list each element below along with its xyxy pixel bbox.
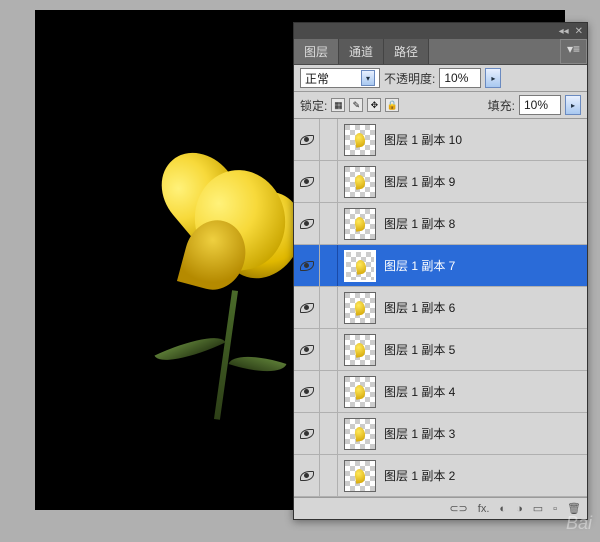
visibility-toggle[interactable] — [294, 203, 320, 244]
layer-bottombar: ⊂⊃ fx. ◐ ◑ ▭ ▫ 🗑 — [294, 497, 587, 519]
panel-titlebar[interactable]: ◂◂ ✕ — [294, 23, 587, 39]
opacity-stepper[interactable]: ▸ — [485, 68, 501, 88]
layer-name[interactable]: 图层 1 副本 7 — [382, 257, 587, 274]
lock-label: 锁定: — [300, 97, 327, 114]
link-column[interactable] — [320, 287, 338, 328]
link-column[interactable] — [320, 413, 338, 454]
link-layers-icon[interactable]: ⊂⊃ — [449, 502, 467, 515]
folder-icon[interactable]: ▭ — [533, 502, 543, 515]
link-column[interactable] — [320, 245, 338, 286]
layer-row[interactable]: 图层 1 副本 5 — [294, 329, 587, 371]
eye-icon — [300, 429, 314, 439]
visibility-toggle[interactable] — [294, 371, 320, 412]
layer-thumbnail[interactable] — [344, 376, 376, 408]
adjustment-icon[interactable]: ◑ — [516, 503, 523, 515]
layer-thumbnail[interactable] — [344, 460, 376, 492]
lock-icons: ▦ ✎ ✥ 🔒 — [331, 98, 399, 112]
layer-name[interactable]: 图层 1 副本 8 — [382, 215, 587, 232]
chevron-down-icon: ▾ — [361, 70, 375, 86]
opacity-label: 不透明度: — [384, 70, 435, 87]
layer-name[interactable]: 图层 1 副本 3 — [382, 425, 587, 442]
layer-row[interactable]: 图层 1 副本 7 — [294, 245, 587, 287]
tab-channels[interactable]: 通道 — [339, 39, 384, 64]
layer-thumbnail[interactable] — [344, 208, 376, 240]
layer-name[interactable]: 图层 1 副本 9 — [382, 173, 587, 190]
blend-mode-value: 正常 — [305, 70, 329, 87]
layer-row[interactable]: 图层 1 副本 10 — [294, 119, 587, 161]
layer-name[interactable]: 图层 1 副本 5 — [382, 341, 587, 358]
eye-icon — [300, 219, 314, 229]
blend-row: 正常 ▾ 不透明度: 10% ▸ — [294, 65, 587, 92]
panel-menu-icon[interactable]: ▾≡ — [560, 39, 587, 64]
layer-thumbnail[interactable] — [344, 124, 376, 156]
layer-row[interactable]: 图层 1 副本 2 — [294, 455, 587, 497]
fx-icon[interactable]: fx. — [478, 503, 490, 515]
layer-name[interactable]: 图层 1 副本 6 — [382, 299, 587, 316]
eye-icon — [300, 303, 314, 313]
eye-icon — [300, 261, 314, 271]
layer-name[interactable]: 图层 1 副本 2 — [382, 467, 587, 484]
link-column[interactable] — [320, 455, 338, 496]
link-column[interactable] — [320, 371, 338, 412]
link-column[interactable] — [320, 119, 338, 160]
fill-label: 填充: — [488, 97, 515, 114]
new-layer-icon[interactable]: ▫ — [553, 503, 557, 515]
layer-row[interactable]: 图层 1 副本 4 — [294, 371, 587, 413]
layer-thumbnail[interactable] — [344, 418, 376, 450]
opacity-input[interactable]: 10% — [439, 68, 481, 88]
layer-row[interactable]: 图层 1 副本 6 — [294, 287, 587, 329]
visibility-toggle[interactable] — [294, 119, 320, 160]
lock-row: 锁定: ▦ ✎ ✥ 🔒 填充: 10% ▸ — [294, 92, 587, 119]
visibility-toggle[interactable] — [294, 287, 320, 328]
lock-pixels-icon[interactable]: ✎ — [349, 98, 363, 112]
lock-transparency-icon[interactable]: ▦ — [331, 98, 345, 112]
eye-icon — [300, 135, 314, 145]
layers-panel: ◂◂ ✕ 图层 通道 路径 ▾≡ 正常 ▾ 不透明度: 10% ▸ 锁定: ▦ … — [293, 22, 588, 520]
layers-list: 图层 1 副本 10 图层 1 副本 9 图层 1 副本 8 图层 1 副本 7 图层 … — [294, 119, 587, 497]
panel-tabs: 图层 通道 路径 ▾≡ — [294, 39, 587, 65]
layer-thumbnail[interactable] — [344, 334, 376, 366]
layer-row[interactable]: 图层 1 副本 3 — [294, 413, 587, 455]
visibility-toggle[interactable] — [294, 329, 320, 370]
visibility-toggle[interactable] — [294, 455, 320, 496]
eye-icon — [300, 345, 314, 355]
close-icon[interactable]: ✕ — [575, 26, 583, 37]
fill-stepper[interactable]: ▸ — [565, 95, 581, 115]
link-column[interactable] — [320, 329, 338, 370]
lock-all-icon[interactable]: 🔒 — [385, 98, 399, 112]
mask-icon[interactable]: ◐ — [499, 503, 506, 515]
tab-paths[interactable]: 路径 — [384, 39, 429, 64]
visibility-toggle[interactable] — [294, 245, 320, 286]
blend-mode-select[interactable]: 正常 ▾ — [300, 68, 380, 88]
collapse-icon[interactable]: ◂◂ — [559, 26, 569, 37]
visibility-toggle[interactable] — [294, 413, 320, 454]
layer-thumbnail[interactable] — [344, 292, 376, 324]
watermark: Bai — [566, 513, 592, 534]
link-column[interactable] — [320, 161, 338, 202]
visibility-toggle[interactable] — [294, 161, 320, 202]
layer-thumbnail[interactable] — [344, 166, 376, 198]
fill-input[interactable]: 10% — [519, 95, 561, 115]
layer-name[interactable]: 图层 1 副本 10 — [382, 131, 587, 148]
eye-icon — [300, 471, 314, 481]
canvas-artwork — [135, 140, 315, 420]
tab-layers[interactable]: 图层 — [294, 39, 339, 64]
eye-icon — [300, 387, 314, 397]
link-column[interactable] — [320, 203, 338, 244]
lock-position-icon[interactable]: ✥ — [367, 98, 381, 112]
layer-name[interactable]: 图层 1 副本 4 — [382, 383, 587, 400]
layer-row[interactable]: 图层 1 副本 8 — [294, 203, 587, 245]
layer-thumbnail[interactable] — [344, 250, 376, 282]
layer-row[interactable]: 图层 1 副本 9 — [294, 161, 587, 203]
eye-icon — [300, 177, 314, 187]
